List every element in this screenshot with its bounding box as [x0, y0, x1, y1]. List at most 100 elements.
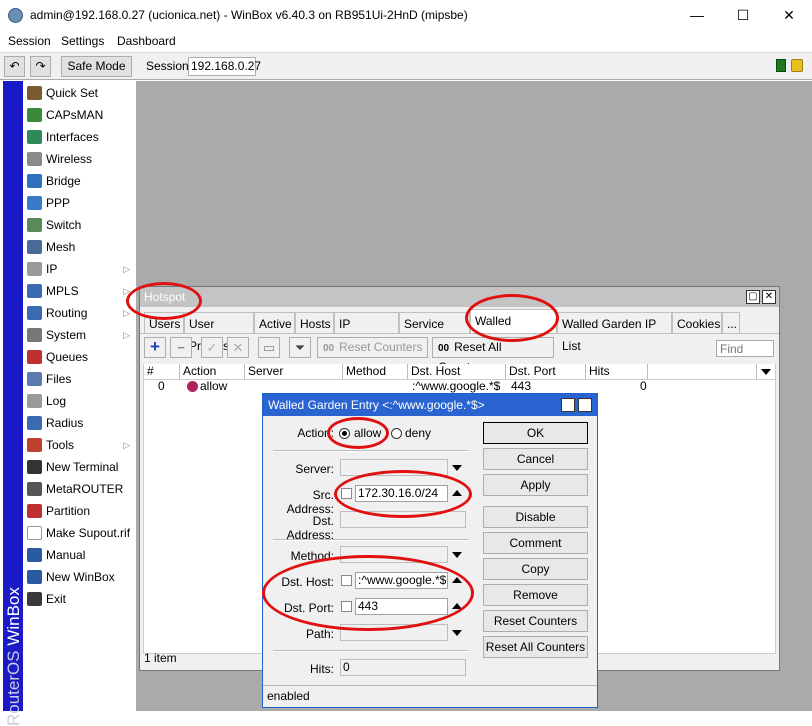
sidebar-item-label: MetaROUTER [46, 482, 124, 496]
tab-user-profiles[interactable]: User Profiles [184, 312, 254, 353]
submenu-arrow-icon: ▷ [123, 330, 130, 340]
column-header-server[interactable]: Server [245, 364, 343, 379]
minimize-button[interactable]: — [674, 0, 720, 31]
sidebar-item-ip[interactable]: IP ▷ [24, 258, 136, 280]
sidebar-item-label: Log [46, 394, 67, 408]
disable-button[interactable]: Disable [483, 506, 588, 528]
sidebar-item-label: Partition [46, 504, 91, 518]
sidebar-item-queues[interactable]: Queues [24, 346, 136, 368]
reset-counters-button[interactable]: 00 Reset Counters [317, 337, 428, 358]
column-header-hits[interactable]: Hits [586, 364, 648, 379]
sidebar-item-files[interactable]: Files [24, 368, 136, 390]
cancel-button[interactable]: Cancel [483, 448, 588, 470]
sidebar-item-interfaces[interactable]: Interfaces [24, 126, 136, 148]
hotspot-close-button[interactable]: ✕ [762, 290, 776, 304]
redo-button[interactable]: ↷ [30, 56, 51, 77]
action-deny-radio[interactable] [391, 428, 402, 439]
menu-dashboard[interactable]: Dashboard [117, 34, 176, 48]
sidebar-item-quick-set[interactable]: Quick Set [24, 82, 136, 104]
sidebar-item-wireless[interactable]: Wireless [24, 148, 136, 170]
server-dropdown-icon[interactable] [452, 465, 462, 471]
mpls-icon [27, 284, 42, 298]
sidebar-item-routing[interactable]: Routing ▷ [24, 302, 136, 324]
winbox-icon [27, 570, 42, 584]
copy-button[interactable]: Copy [483, 558, 588, 580]
table-row[interactable]: 0 allow :^www.google.*$ 443 0 [144, 379, 775, 394]
menu-session[interactable]: Session [8, 34, 51, 48]
disable-button[interactable]: ✕ [227, 337, 249, 358]
tab-active[interactable]: Active [254, 312, 295, 334]
path-dropdown-icon[interactable] [452, 630, 462, 636]
sidebar-item-ppp[interactable]: PPP [24, 192, 136, 214]
tab-cookies[interactable]: Cookies [672, 312, 722, 334]
ppp-icon [27, 196, 42, 210]
filter-icon[interactable]: ⏷ [289, 337, 311, 358]
sidebar-item-metarouter[interactable]: MetaROUTER [24, 478, 136, 500]
brand-routeros: RouterOS [4, 645, 23, 726]
sidebar-item-exit[interactable]: Exit [24, 588, 136, 610]
add-button[interactable]: + [144, 337, 166, 358]
apply-button[interactable]: Apply [483, 474, 588, 496]
column-header-method[interactable]: Method [343, 364, 408, 379]
sidebar-item-make-supout-rif[interactable]: Make Supout.rif [24, 522, 136, 544]
sidebar-item-mpls[interactable]: MPLS ▷ [24, 280, 136, 302]
status-indicator-icon [776, 59, 786, 72]
mesh-icon [27, 240, 42, 254]
sidebar-item-system[interactable]: System ▷ [24, 324, 136, 346]
session-value[interactable]: 192.168.0.27 [188, 57, 261, 76]
allow-icon [187, 381, 198, 392]
annotation-ellipse-dst-host-port [262, 555, 474, 631]
routeros-winbox-brand: RouterOS WinBox [3, 81, 23, 726]
comment-button[interactable]: Comment [483, 532, 588, 554]
tab-walled-garden-ip-list[interactable]: Walled Garden IP List [557, 312, 672, 353]
hits-label: Hits: [310, 662, 334, 676]
method-dropdown-icon[interactable] [452, 552, 462, 558]
sidebar-item-bridge[interactable]: Bridge [24, 170, 136, 192]
sidebar-item-capsman[interactable]: CAPsMAN [24, 104, 136, 126]
tab-more[interactable]: ... [722, 312, 740, 334]
remove-button[interactable]: Remove [483, 584, 588, 606]
dialog-maximize-button[interactable]: ▢ [561, 398, 575, 412]
close-button[interactable]: ✕ [766, 0, 812, 31]
sidebar-item-log[interactable]: Log [24, 390, 136, 412]
action-deny-label[interactable]: deny [405, 426, 431, 440]
sidebar-item-label: Bridge [46, 174, 81, 188]
remove-button[interactable]: − [170, 337, 192, 358]
reset-counters-button[interactable]: Reset Counters [483, 610, 588, 632]
undo-button[interactable]: ↶ [4, 56, 25, 77]
tab-hosts[interactable]: Hosts [295, 312, 334, 334]
sidebar-item-radius[interactable]: Radius [24, 412, 136, 434]
safe-mode-button[interactable]: Safe Mode [61, 56, 132, 77]
sidebar-item-partition[interactable]: Partition [24, 500, 136, 522]
sidebar-item-label: Switch [46, 218, 82, 232]
find-input[interactable] [716, 340, 774, 357]
enable-button[interactable]: ✓ [201, 337, 223, 358]
tab-ip-bindings[interactable]: IP Bindings [334, 312, 399, 353]
sidebar-item-new-winbox[interactable]: New WinBox [24, 566, 136, 588]
tab-service-port[interactable]: Service Port [399, 312, 470, 353]
maximize-button[interactable]: ☐ [720, 0, 766, 31]
column-header-dst-port[interactable]: Dst. Port [506, 364, 586, 379]
ok-button[interactable]: OK [483, 422, 588, 444]
sidebar-item-switch[interactable]: Switch [24, 214, 136, 236]
counter-icon: 00 [323, 343, 335, 354]
column-header-action[interactable]: Action [180, 364, 245, 379]
column-header-num[interactable]: # [144, 364, 180, 379]
hits-field: 0 [340, 659, 466, 676]
hotspot-maximize-button[interactable]: ▢ [746, 290, 760, 304]
comment-button[interactable]: ▭ [258, 337, 280, 358]
capsman-icon [27, 108, 42, 122]
brand-winbox: WinBox [4, 587, 23, 646]
sidebar-item-label: System [46, 328, 87, 342]
dialog-close-button[interactable]: ✕ [578, 398, 592, 412]
column-chooser-icon[interactable] [757, 364, 775, 379]
sidebar-item-tools[interactable]: Tools ▷ [24, 434, 136, 456]
hotspot-title-bar: Hotspot ▢ ✕ [140, 287, 779, 307]
menu-settings[interactable]: Settings [61, 34, 104, 48]
sidebar-item-new-terminal[interactable]: New Terminal [24, 456, 136, 478]
reset-all-counters-button[interactable]: Reset All Counters [483, 636, 588, 658]
column-header-dst-host[interactable]: Dst. Host [408, 364, 506, 379]
dst-address-label: Dst. Address: [286, 514, 334, 542]
sidebar-item-manual[interactable]: Manual [24, 544, 136, 566]
sidebar-item-mesh[interactable]: Mesh [24, 236, 136, 258]
